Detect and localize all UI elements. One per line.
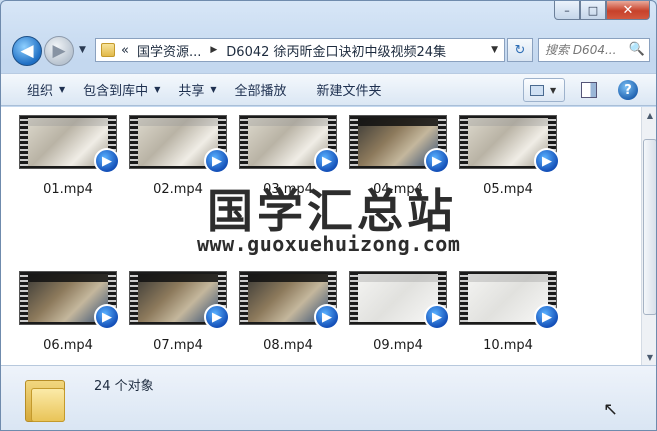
search-box[interactable]: 🔍 — [538, 38, 650, 62]
chevron-down-icon: ▼ — [59, 85, 66, 94]
file-item[interactable]: ▶ 09.mp4 — [348, 271, 450, 353]
include-in-library-label: 包含到库中 — [83, 84, 149, 99]
search-input[interactable] — [545, 43, 627, 57]
help-icon[interactable]: ? — [618, 80, 638, 100]
breadcrumb-item-root[interactable]: 国学资源... — [137, 41, 201, 60]
video-thumbnail: ▶ — [239, 271, 340, 330]
view-icon — [530, 84, 544, 96]
video-thumbnail: ▶ — [129, 271, 230, 330]
scrollbar-thumb[interactable] — [643, 139, 656, 315]
file-name: 01.mp4 — [43, 182, 93, 197]
video-thumbnail: ▶ — [239, 115, 340, 174]
media-player-icon: ▶ — [204, 304, 230, 330]
media-player-icon: ▶ — [534, 304, 560, 330]
media-player-icon: ▶ — [94, 304, 120, 330]
include-in-library-menu[interactable]: 包含到库中 ▼ — [83, 80, 160, 99]
video-thumbnail: ▶ — [459, 115, 560, 174]
video-thumbnail: ▶ — [19, 115, 120, 174]
file-item[interactable]: ▶ 01.mp4 — [18, 115, 120, 197]
address-dropdown-icon[interactable]: ▼ — [491, 45, 498, 55]
organize-label: 组织 — [27, 84, 54, 99]
watermark-url: www.guoxuehuizong.com — [197, 232, 461, 256]
new-folder-button[interactable]: 新建文件夹 — [317, 80, 382, 99]
file-name: 05.mp4 — [483, 182, 533, 197]
share-label: 共享 — [178, 84, 205, 99]
file-item[interactable]: ▶ 10.mp4 — [458, 271, 560, 353]
minimize-button[interactable]: – — [554, 1, 580, 20]
view-dropdown-icon[interactable]: ▼ — [550, 86, 556, 95]
file-name: 08.mp4 — [263, 338, 313, 353]
caption-buttons: – □ ✕ — [554, 1, 650, 20]
recent-pages-dropdown[interactable]: ▼ — [79, 45, 86, 55]
maximize-button[interactable]: □ — [580, 1, 606, 20]
media-player-icon: ▶ — [94, 148, 120, 174]
media-player-icon: ▶ — [314, 304, 340, 330]
scroll-up-icon[interactable]: ▲ — [642, 107, 656, 123]
folder-icon — [25, 374, 65, 422]
scroll-down-icon[interactable]: ▼ — [642, 349, 656, 365]
file-name: 10.mp4 — [483, 338, 533, 353]
breadcrumb-overflow[interactable]: « — [121, 43, 129, 58]
forward-arrow-icon[interactable]: ▶ — [44, 36, 74, 66]
organize-menu[interactable]: 组织 ▼ — [27, 80, 65, 99]
media-player-icon: ▶ — [204, 148, 230, 174]
media-player-icon: ▶ — [534, 148, 560, 174]
file-item[interactable]: ▶ 05.mp4 — [458, 115, 560, 197]
command-bar: 组织 ▼ 包含到库中 ▼ 共享 ▼ 全部播放 新建文件夹 ▼ ? — [1, 73, 656, 106]
refresh-button[interactable]: ↻ — [507, 38, 533, 62]
video-thumbnail: ▶ — [349, 115, 450, 174]
media-player-icon: ▶ — [424, 148, 450, 174]
address-bar[interactable]: « 国学资源... ▶ D6042 徐丙昕金口诀初中级视频24集 ▼ — [95, 38, 505, 62]
change-view-button[interactable]: ▼ — [523, 78, 565, 102]
video-thumbnail: ▶ — [349, 271, 450, 330]
preview-pane-icon[interactable] — [581, 82, 597, 98]
media-player-icon: ▶ — [424, 304, 450, 330]
play-all-button[interactable]: 全部播放 — [235, 80, 287, 99]
breadcrumb-item-current[interactable]: D6042 徐丙昕金口诀初中级视频24集 — [226, 41, 446, 60]
mouse-cursor-icon: ↖ — [603, 399, 619, 420]
folder-icon — [101, 43, 115, 57]
file-item[interactable]: ▶ 07.mp4 — [128, 271, 230, 353]
back-arrow-icon[interactable]: ◀ — [12, 36, 42, 66]
file-name: 06.mp4 — [43, 338, 93, 353]
share-menu[interactable]: 共享 ▼ — [178, 80, 216, 99]
file-name: 09.mp4 — [373, 338, 423, 353]
file-item[interactable]: ▶ 06.mp4 — [18, 271, 120, 353]
search-icon[interactable]: 🔍 — [629, 42, 645, 57]
chevron-down-icon: ▼ — [210, 85, 217, 94]
item-count: 24 个对象 — [94, 379, 154, 394]
video-thumbnail: ▶ — [459, 271, 560, 330]
media-player-icon: ▶ — [314, 148, 340, 174]
close-button[interactable]: ✕ — [606, 1, 650, 20]
explorer-window: – □ ✕ ◀ ▶ ▼ « 国学资源... ▶ D6042 徐丙昕金口诀初中级视… — [0, 0, 657, 431]
file-item[interactable]: ▶ 08.mp4 — [238, 271, 340, 353]
video-thumbnail: ▶ — [129, 115, 230, 174]
navigation-bar: ◀ ▶ ▼ « 国学资源... ▶ D6042 徐丙昕金口诀初中级视频24集 ▼… — [9, 33, 650, 67]
vertical-scrollbar[interactable]: ▲ ▼ — [641, 107, 656, 365]
video-thumbnail: ▶ — [19, 271, 120, 330]
file-name: 07.mp4 — [153, 338, 203, 353]
breadcrumb-separator-icon[interactable]: ▶ — [210, 45, 217, 55]
chevron-down-icon: ▼ — [154, 85, 161, 94]
details-pane: 24 个对象 — [1, 365, 656, 430]
